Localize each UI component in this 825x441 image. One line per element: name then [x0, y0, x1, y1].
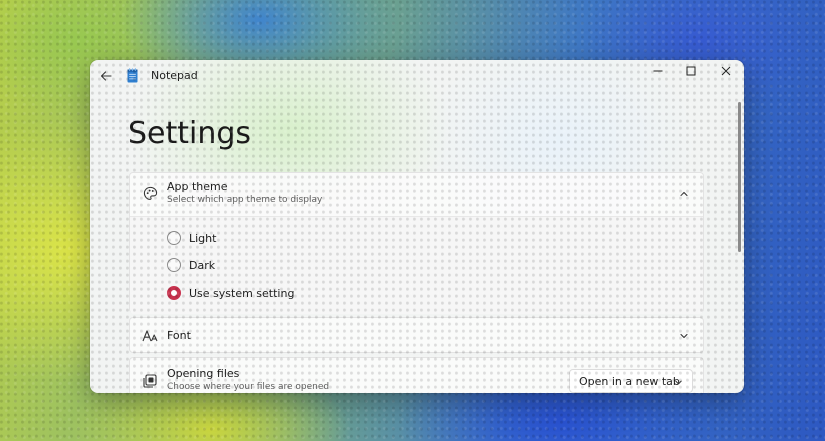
vertical-scrollbar[interactable] [738, 102, 741, 252]
app-theme-header[interactable]: App theme Select which app theme to disp… [130, 173, 703, 215]
app-theme-title: App theme [167, 180, 228, 193]
back-arrow-icon [100, 71, 112, 81]
page-title: Settings [128, 116, 252, 151]
title-bar[interactable]: Notepad [90, 60, 744, 92]
radio-dark[interactable] [167, 258, 181, 272]
chevron-up-icon[interactable] [677, 187, 691, 201]
notepad-settings-window: Notepad Settings App theme Select which … [90, 60, 744, 393]
app-theme-subtitle: Select which app theme to display [167, 195, 323, 205]
app-theme-card: App theme Select which app theme to disp… [129, 172, 704, 314]
font-size-icon [142, 328, 158, 344]
theme-option-label: Use system setting [189, 286, 295, 300]
dropdown-value: Open in a new tab [579, 375, 680, 388]
font-title: Font [167, 329, 191, 342]
radio-system-selected[interactable] [167, 286, 181, 300]
desktop-wallpaper: Notepad Settings App theme Select which … [0, 0, 825, 441]
radio-light[interactable] [167, 231, 181, 245]
app-title: Notepad [151, 69, 198, 82]
opening-files-subtitle: Choose where your files are opened [167, 382, 330, 392]
minimize-button[interactable] [640, 60, 676, 82]
maximize-icon [686, 66, 696, 76]
theme-option-label: Dark [189, 258, 216, 272]
back-button[interactable] [96, 66, 116, 86]
theme-option-label: Light [189, 231, 217, 245]
minimize-icon [653, 70, 663, 72]
opening-files-title: Opening files [167, 367, 240, 380]
chevron-down-icon[interactable] [677, 329, 691, 343]
chevron-down-icon [672, 376, 684, 388]
opening-files-dropdown[interactable]: Open in a new tab [569, 369, 693, 393]
open-files-icon [142, 373, 158, 389]
theme-option-dark[interactable]: Dark [167, 256, 215, 274]
close-icon [721, 66, 731, 76]
app-theme-options: Light Dark Use system setting [130, 216, 703, 314]
theme-option-light[interactable]: Light [167, 229, 216, 247]
opening-files-card: Opening files Choose where your files ar… [129, 357, 704, 393]
palette-icon [142, 185, 158, 201]
theme-option-system[interactable]: Use system setting [167, 284, 294, 302]
notepad-icon [127, 68, 138, 83]
maximize-button[interactable] [673, 60, 709, 82]
font-card[interactable]: Font [129, 317, 704, 353]
close-button[interactable] [708, 60, 744, 82]
